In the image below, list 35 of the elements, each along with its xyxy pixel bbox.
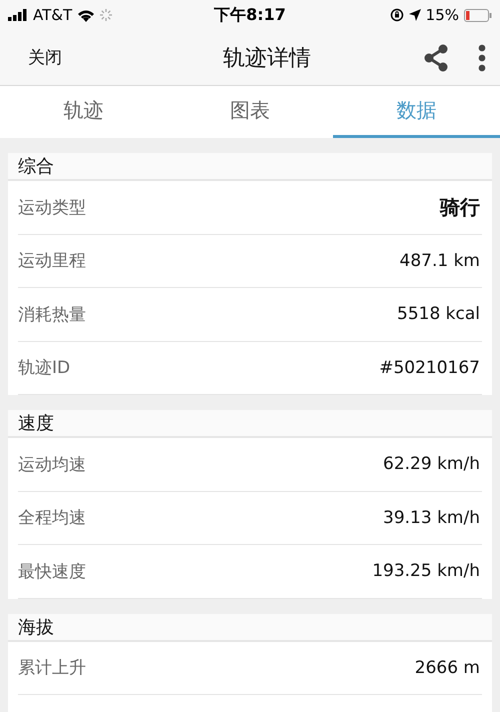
row-value: 2666 m <box>414 658 480 678</box>
row-label: 累计上升 <box>18 657 86 680</box>
row-value: #50210167 <box>379 358 480 378</box>
battery-icon <box>464 8 492 22</box>
row-value: 62.29 km/h <box>383 454 480 474</box>
row-value: 骑行 <box>440 194 480 221</box>
tab[interactable]: 数据 <box>333 86 500 138</box>
row-label: 运动里程 <box>18 250 86 272</box>
share-icon[interactable] <box>422 44 450 72</box>
row-value: 487.1 km <box>400 250 480 271</box>
more-icon[interactable] <box>478 44 486 72</box>
tab[interactable]: 图表 <box>166 86 334 138</box>
close-button[interactable]: 关闭 <box>28 46 62 69</box>
section-title: 海拔 <box>8 614 492 642</box>
row-label: 运动类型 <box>18 196 86 219</box>
signal-icon <box>8 9 28 21</box>
rotation-lock-icon <box>390 8 404 22</box>
status-time: 下午8:17 <box>214 4 286 26</box>
location-arrow-icon <box>408 9 421 21</box>
row-label: 全程均速 <box>18 507 86 530</box>
carrier-name: AT&T <box>33 6 72 24</box>
row-label: 消耗热量 <box>18 304 86 326</box>
loading-icon <box>100 9 112 21</box>
row-label: 轨迹ID <box>18 357 70 380</box>
row-value: 39.13 km/h <box>383 508 480 528</box>
page-title: 轨迹详情 <box>222 44 312 72</box>
section-title: 综合 <box>8 153 492 181</box>
row-label: 最快速度 <box>18 560 86 583</box>
tab[interactable]: 轨迹 <box>0 86 167 138</box>
battery-percentage: 15% <box>426 6 460 24</box>
wifi-icon <box>77 8 96 22</box>
section-title: 速度 <box>8 410 492 438</box>
row-value: 5518 kcal <box>397 304 480 324</box>
row-label: 运动均速 <box>18 454 86 476</box>
row-value: 193.25 km/h <box>372 561 480 582</box>
